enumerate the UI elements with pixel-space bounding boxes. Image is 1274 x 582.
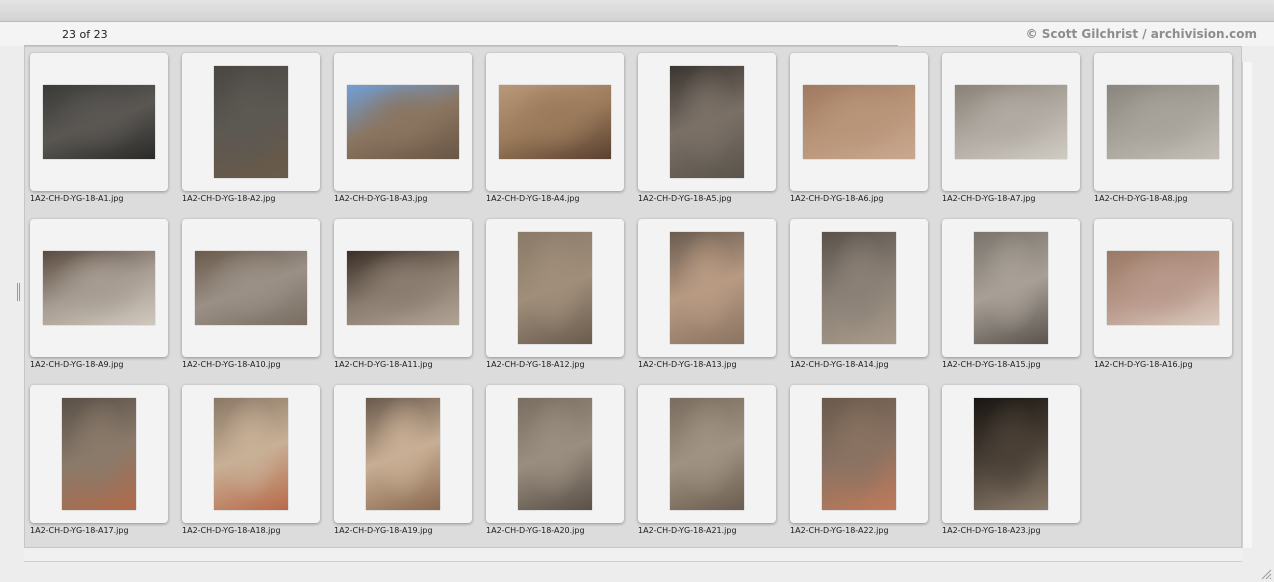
thumbnail-cell[interactable]: 1A2-CH-D-YG-18-A16.jpg bbox=[1088, 213, 1240, 373]
thumbnail-card[interactable] bbox=[182, 53, 320, 191]
thumbnail-image[interactable] bbox=[955, 85, 1067, 159]
thumbnail-card[interactable] bbox=[486, 385, 624, 523]
thumbnail-filename: 1A2-CH-D-YG-18-A1.jpg bbox=[30, 194, 124, 203]
thumbnail-card[interactable] bbox=[30, 219, 168, 357]
splitter-handle[interactable] bbox=[17, 283, 20, 301]
thumbnail-cell[interactable]: 1A2-CH-D-YG-18-A7.jpg bbox=[936, 47, 1088, 207]
thumbnail-card[interactable] bbox=[30, 53, 168, 191]
thumbnail-image[interactable] bbox=[43, 85, 155, 159]
thumbnail-cell[interactable]: 1A2-CH-D-YG-18-A15.jpg bbox=[936, 213, 1088, 373]
thumbnail-filename: 1A2-CH-D-YG-18-A21.jpg bbox=[638, 526, 737, 535]
thumbnail-image[interactable] bbox=[518, 398, 592, 510]
thumbnail-cell[interactable]: 1A2-CH-D-YG-18-A8.jpg bbox=[1088, 47, 1240, 207]
thumbnail-image[interactable] bbox=[43, 251, 155, 325]
thumbnail-filename: 1A2-CH-D-YG-18-A9.jpg bbox=[30, 360, 124, 369]
thumbnail-filename: 1A2-CH-D-YG-18-A15.jpg bbox=[942, 360, 1041, 369]
thumbnail-cell[interactable]: 1A2-CH-D-YG-18-A10.jpg bbox=[176, 213, 328, 373]
thumbnail-image[interactable] bbox=[670, 232, 744, 344]
thumbnail-filename: 1A2-CH-D-YG-18-A16.jpg bbox=[1094, 360, 1193, 369]
thumbnail-cell[interactable]: 1A2-CH-D-YG-18-A17.jpg bbox=[24, 379, 176, 539]
thumbnail-cell[interactable]: 1A2-CH-D-YG-18-A18.jpg bbox=[176, 379, 328, 539]
thumbnail-image[interactable] bbox=[1107, 85, 1219, 159]
thumbnail-cell[interactable]: 1A2-CH-D-YG-18-A5.jpg bbox=[632, 47, 784, 207]
thumbnail-image[interactable] bbox=[62, 398, 136, 510]
thumbnail-filename: 1A2-CH-D-YG-18-A4.jpg bbox=[486, 194, 580, 203]
thumbnail-cell[interactable]: 1A2-CH-D-YG-18-A1.jpg bbox=[24, 47, 176, 207]
thumbnail-card[interactable] bbox=[30, 385, 168, 523]
thumbnail-image[interactable] bbox=[366, 398, 440, 510]
thumbnail-cell[interactable]: 1A2-CH-D-YG-18-A3.jpg bbox=[328, 47, 480, 207]
thumbnail-filename: 1A2-CH-D-YG-18-A2.jpg bbox=[182, 194, 276, 203]
thumbnail-cell[interactable]: 1A2-CH-D-YG-18-A4.jpg bbox=[480, 47, 632, 207]
thumbnail-card[interactable] bbox=[334, 385, 472, 523]
thumbnail-filename: 1A2-CH-D-YG-18-A20.jpg bbox=[486, 526, 585, 535]
thumbnail-cell[interactable]: 1A2-CH-D-YG-18-A14.jpg bbox=[784, 213, 936, 373]
scrollbar-track[interactable] bbox=[1242, 62, 1252, 548]
thumbnail-filename: 1A2-CH-D-YG-18-A23.jpg bbox=[942, 526, 1041, 535]
thumbnail-cell[interactable]: 1A2-CH-D-YG-18-A19.jpg bbox=[328, 379, 480, 539]
image-count: 23 of 23 bbox=[62, 28, 108, 41]
thumbnail-image[interactable] bbox=[347, 251, 459, 325]
thumbnail-card[interactable] bbox=[942, 385, 1080, 523]
thumbnail-filename: 1A2-CH-D-YG-18-A14.jpg bbox=[790, 360, 889, 369]
thumbnail-card[interactable] bbox=[1094, 53, 1232, 191]
thumbnail-image[interactable] bbox=[195, 251, 307, 325]
thumbnail-cell[interactable]: 1A2-CH-D-YG-18-A6.jpg bbox=[784, 47, 936, 207]
thumbnail-image[interactable] bbox=[347, 85, 459, 159]
thumbnail-image[interactable] bbox=[974, 398, 1048, 510]
resize-grip-icon[interactable] bbox=[1260, 568, 1272, 580]
thumbnail-filename: 1A2-CH-D-YG-18-A22.jpg bbox=[790, 526, 889, 535]
thumbnail-filename: 1A2-CH-D-YG-18-A11.jpg bbox=[334, 360, 433, 369]
thumbnail-cell[interactable]: 1A2-CH-D-YG-18-A22.jpg bbox=[784, 379, 936, 539]
thumbnail-image[interactable] bbox=[499, 85, 611, 159]
thumbnail-cell[interactable]: 1A2-CH-D-YG-18-A13.jpg bbox=[632, 213, 784, 373]
thumbnail-card[interactable] bbox=[486, 53, 624, 191]
thumbnail-card[interactable] bbox=[638, 219, 776, 357]
thumbnail-filename: 1A2-CH-D-YG-18-A12.jpg bbox=[486, 360, 585, 369]
thumbnail-card[interactable] bbox=[182, 385, 320, 523]
thumbnail-filename: 1A2-CH-D-YG-18-A19.jpg bbox=[334, 526, 433, 535]
bottom-status-bar bbox=[24, 548, 1242, 562]
thumbnail-card[interactable] bbox=[334, 219, 472, 357]
thumbnail-image[interactable] bbox=[822, 398, 896, 510]
thumbnail-card[interactable] bbox=[486, 219, 624, 357]
thumbnail-filename: 1A2-CH-D-YG-18-A3.jpg bbox=[334, 194, 428, 203]
thumbnail-image[interactable] bbox=[670, 398, 744, 510]
thumbnail-card[interactable] bbox=[790, 219, 928, 357]
thumbnail-card[interactable] bbox=[942, 219, 1080, 357]
thumbnail-card[interactable] bbox=[790, 385, 928, 523]
thumbnail-card[interactable] bbox=[1094, 219, 1232, 357]
thumbnail-card[interactable] bbox=[638, 385, 776, 523]
thumbnail-card[interactable] bbox=[790, 53, 928, 191]
thumbnail-cell[interactable]: 1A2-CH-D-YG-18-A23.jpg bbox=[936, 379, 1088, 539]
thumbnail-filename: 1A2-CH-D-YG-18-A10.jpg bbox=[182, 360, 281, 369]
thumbnail-image[interactable] bbox=[974, 232, 1048, 344]
thumbnail-card[interactable] bbox=[182, 219, 320, 357]
thumbnail-filename: 1A2-CH-D-YG-18-A13.jpg bbox=[638, 360, 737, 369]
thumbnail-cell[interactable]: 1A2-CH-D-YG-18-A21.jpg bbox=[632, 379, 784, 539]
thumbnail-image[interactable] bbox=[803, 85, 915, 159]
thumbnail-filename: 1A2-CH-D-YG-18-A7.jpg bbox=[942, 194, 1036, 203]
thumbnail-image[interactable] bbox=[1107, 251, 1219, 325]
thumbnail-cell[interactable]: 1A2-CH-D-YG-18-A9.jpg bbox=[24, 213, 176, 373]
thumbnail-cell[interactable]: 1A2-CH-D-YG-18-A12.jpg bbox=[480, 213, 632, 373]
window-toolbar bbox=[0, 0, 1274, 22]
thumbnail-cell[interactable]: 1A2-CH-D-YG-18-A20.jpg bbox=[480, 379, 632, 539]
thumbnail-image[interactable] bbox=[670, 66, 744, 178]
thumbnail-cell[interactable]: 1A2-CH-D-YG-18-A11.jpg bbox=[328, 213, 480, 373]
thumbnail-card[interactable] bbox=[942, 53, 1080, 191]
copyright-notice: © Scott Gilchrist / archivision.com bbox=[1025, 27, 1257, 41]
thumbnail-filename: 1A2-CH-D-YG-18-A5.jpg bbox=[638, 194, 732, 203]
thumbnail-image[interactable] bbox=[214, 398, 288, 510]
thumbnail-image[interactable] bbox=[214, 66, 288, 178]
thumbnail-filename: 1A2-CH-D-YG-18-A17.jpg bbox=[30, 526, 129, 535]
thumbnail-image[interactable] bbox=[822, 232, 896, 344]
thumbnail-image[interactable] bbox=[518, 232, 592, 344]
thumbnail-cell[interactable]: 1A2-CH-D-YG-18-A2.jpg bbox=[176, 47, 328, 207]
thumbnail-filename: 1A2-CH-D-YG-18-A8.jpg bbox=[1094, 194, 1188, 203]
thumbnail-filename: 1A2-CH-D-YG-18-A18.jpg bbox=[182, 526, 281, 535]
thumbnail-card[interactable] bbox=[334, 53, 472, 191]
thumbnail-filename: 1A2-CH-D-YG-18-A6.jpg bbox=[790, 194, 884, 203]
thumbnail-card[interactable] bbox=[638, 53, 776, 191]
